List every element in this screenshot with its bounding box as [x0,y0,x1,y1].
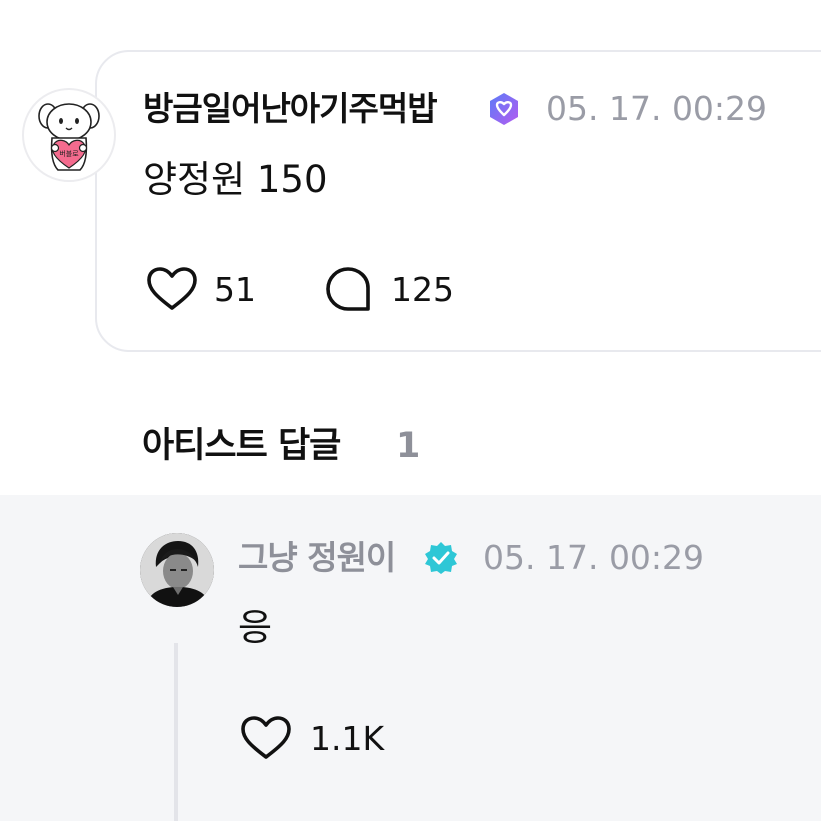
artist-replies-title: 아티스트 답글 [142,426,341,466]
fan-verified-badge-icon [490,93,518,125]
artist-avatar[interactable] [140,533,214,607]
artist-verified-badge-icon [425,542,457,574]
artist-reply-text: 응 [238,606,273,649]
artist-replies-count: 1 [396,426,421,466]
heart-icon [147,267,197,310]
reply-count: 125 [391,269,454,309]
like-count: 51 [214,269,256,309]
heart-icon [241,716,291,759]
comment-username[interactable]: 방금일어난아기주먹밥 [143,84,438,134]
like-button[interactable]: 51 [146,264,256,314]
artist-reply-like-count: 1.1K [310,718,385,758]
avatar[interactable]: 버블로 [22,88,116,182]
comment-timestamp: 05. 17. 00:29 [546,89,768,128]
comment-bubble-icon [326,267,370,311]
artist-reply-like-button[interactable]: 1.1K [240,713,384,763]
artist-name[interactable]: 그냥 정원이 [238,533,396,583]
artist-reply-timestamp: 05. 17. 00:29 [483,538,705,577]
comment-text: 양정원 150 [143,158,328,201]
puppy-avatar-icon: 버블로 [38,103,100,171]
comment-detail-page: 버블로 방금일어난아기주먹밥 05. 17. 00:29 양정원 150 51 … [0,0,821,821]
thread-line [174,643,178,821]
artist-photo [140,533,214,607]
avatar-heart-text: 버블로 [59,149,79,158]
reply-button[interactable]: 125 [323,264,454,314]
